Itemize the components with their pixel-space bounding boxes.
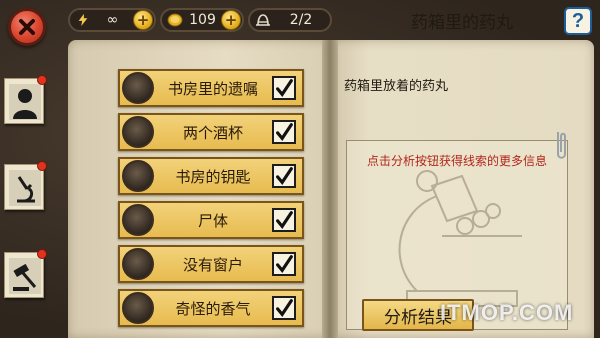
checkbox[interactable] [272, 296, 296, 320]
clue-description: 药箱里放着的药丸 [344, 79, 449, 94]
case-counter: 2/2 [248, 8, 332, 32]
clue-label: 没有窗户 [182, 255, 243, 274]
energy-value: ∞ [106, 12, 119, 28]
energy-counter: ∞ + [68, 8, 156, 32]
coin-icon [166, 11, 184, 29]
clue-label: 两个酒杯 [182, 123, 243, 142]
book-spine [322, 40, 338, 338]
checkmark-icon [276, 299, 293, 318]
microscope-icon [9, 170, 41, 206]
clue-thumbnail [122, 160, 154, 192]
add-coins-button[interactable]: + [221, 10, 241, 30]
clue-thumbnail [122, 292, 154, 324]
checkmark-icon [276, 123, 293, 142]
checkbox[interactable] [272, 76, 296, 100]
add-energy-button[interactable]: + [133, 10, 153, 30]
clue-thumbnail [122, 116, 154, 148]
case-card-lab[interactable] [4, 161, 47, 210]
coin-counter: 109 + [160, 8, 244, 32]
close-button[interactable] [8, 8, 46, 46]
gavel-icon [9, 258, 41, 294]
close-icon [19, 19, 35, 35]
notification-dot [37, 75, 47, 85]
clue-label: 尸体 [197, 211, 228, 230]
case-card-suspect[interactable] [4, 75, 47, 124]
clue-thumbnail [122, 248, 154, 280]
clue-item-will[interactable]: 书房里的遗嘱 [118, 69, 304, 107]
silhouette-icon [9, 84, 41, 120]
case-card-court[interactable] [4, 249, 47, 298]
paperclip-icon [557, 132, 566, 159]
checkbox[interactable] [272, 208, 296, 232]
checkmark-icon [276, 79, 293, 98]
clue-thumbnail [122, 204, 154, 236]
analysis-hint: 点击分析按钮获得线索的更多信息 [366, 154, 547, 168]
clue-label: 书房的钥匙 [175, 167, 251, 186]
lightning-icon [74, 11, 92, 29]
clue-item-window[interactable]: 没有窗户 [118, 245, 304, 283]
hat-icon [254, 11, 272, 29]
notification-dot [37, 161, 47, 171]
clue-item-key[interactable]: 书房的钥匙 [118, 157, 304, 195]
clue-item-body[interactable]: 尸体 [118, 201, 304, 239]
clue-label: 奇怪的香气 [175, 299, 251, 318]
clue-thumbnail [122, 72, 154, 104]
clue-item-glasses[interactable]: 两个酒杯 [118, 113, 304, 151]
coin-value: 109 [189, 12, 216, 28]
clue-item-scent[interactable]: 奇怪的香气 [118, 289, 304, 327]
case-value: 2/2 [289, 12, 313, 28]
checkbox[interactable] [272, 164, 296, 188]
checkbox[interactable] [272, 120, 296, 144]
checkbox[interactable] [272, 252, 296, 276]
checkmark-icon [276, 167, 293, 186]
notification-dot [37, 249, 47, 259]
clue-title: 药箱里的药丸 [411, 13, 513, 33]
checkmark-icon [276, 211, 293, 230]
checkmark-icon [276, 255, 293, 274]
watermark: ITMOP.COM [440, 300, 574, 325]
clue-label: 书房里的遗嘱 [167, 79, 258, 98]
